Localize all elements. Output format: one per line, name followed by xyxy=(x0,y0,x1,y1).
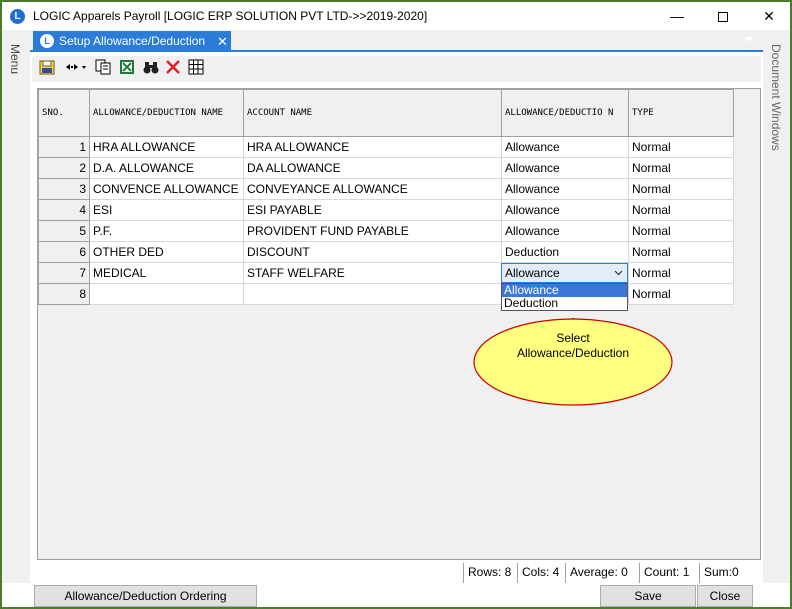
status-average: Average: 0 xyxy=(565,563,632,583)
cell-allowance-deduction-name[interactable]: P.F. xyxy=(89,220,244,242)
menu-side-panel[interactable]: Menu xyxy=(2,30,30,583)
cell-sno[interactable]: 3 xyxy=(38,178,90,200)
status-cols: Cols: 4 xyxy=(517,563,563,583)
cell-account-name[interactable]: STAFF WELFARE xyxy=(243,262,502,284)
table-row[interactable]: 2 D.A. ALLOWANCE DA ALLOWANCE Allowance Norm… xyxy=(38,157,734,179)
window-title: LOGIC Apparels Payroll [LOGIC ERP SOLUTI… xyxy=(33,9,428,23)
cell-allowance-deduction-name[interactable]: CONVENCE ALLOWANCE xyxy=(89,178,244,200)
header-account-name[interactable]: ACCOUNT NAME xyxy=(243,89,502,137)
cell-allowance-deduction-name[interactable] xyxy=(89,283,244,305)
save-icon[interactable] xyxy=(38,59,56,77)
callout-line-2: Allowance/Deduction xyxy=(516,346,630,360)
cell-type[interactable]: Normal xyxy=(628,241,734,263)
title-bar: L LOGIC Apparels Payroll [LOGIC ERP SOLU… xyxy=(2,2,790,30)
save-button[interactable]: Save xyxy=(600,585,696,607)
tab-list-dropdown-icon[interactable] xyxy=(745,37,753,42)
cell-sno[interactable]: 7 xyxy=(38,262,90,284)
allowance-deduction-ordering-button[interactable]: Allowance/Deduction Ordering xyxy=(34,585,257,607)
maximize-icon xyxy=(718,12,728,23)
cell-allowance-deduction[interactable]: Allowance xyxy=(501,136,629,158)
cell-allowance-deduction[interactable]: Deduction xyxy=(501,241,629,263)
logic-tab-icon: L xyxy=(40,34,54,48)
table-row[interactable]: 6 OTHER DED DISCOUNT Deduction Normal xyxy=(38,241,734,263)
cell-type[interactable]: Normal xyxy=(628,136,734,158)
cell-allowance-deduction-name[interactable]: HRA ALLOWANCE xyxy=(89,136,244,158)
column-width-icon[interactable] xyxy=(64,59,90,77)
document-windows-panel[interactable]: Document Windows xyxy=(763,30,790,583)
allowance-deduction-combo[interactable]: Allowance xyxy=(501,263,628,283)
cell-type[interactable]: Normal xyxy=(628,262,734,284)
callout-line-1: Select xyxy=(556,331,590,345)
cell-allowance-deduction[interactable]: Allowance xyxy=(501,157,629,179)
table-row[interactable]: 8 Normal xyxy=(38,283,734,305)
minimize-button[interactable]: — xyxy=(654,2,700,30)
cell-type[interactable]: Normal xyxy=(628,283,734,305)
cell-account-name[interactable]: CONVEYANCE ALLOWANCE xyxy=(243,178,502,200)
cell-account-name[interactable]: DISCOUNT xyxy=(243,241,502,263)
header-allowance-deduction-name[interactable]: ALLOWANCE/DEDUCTION NAME xyxy=(89,89,244,137)
cell-type[interactable]: Normal xyxy=(628,220,734,242)
header-sno[interactable]: SNO. xyxy=(38,89,90,137)
cell-sno[interactable]: 8 xyxy=(38,283,90,305)
cell-allowance-deduction[interactable]: Allowance xyxy=(501,199,629,221)
cell-sno[interactable]: 5 xyxy=(38,220,90,242)
combo-value: Allowance xyxy=(505,266,560,280)
grid-header-row: SNO. ALLOWANCE/DEDUCTION NAME ACCOUNT NA… xyxy=(38,89,734,137)
cell-account-name[interactable]: HRA ALLOWANCE xyxy=(243,136,502,158)
excel-export-icon[interactable] xyxy=(118,59,136,77)
tab-label: Setup Allowance/Deduction xyxy=(59,34,206,48)
table-row[interactable]: 5 P.F. PROVIDENT FUND PAYABLE Allowance Norm… xyxy=(38,220,734,242)
document-tabstrip: L Setup Allowance/Deduction ✕ xyxy=(30,30,763,52)
find-icon[interactable] xyxy=(142,59,160,77)
cell-sno[interactable]: 1 xyxy=(38,136,90,158)
tab-close-icon[interactable]: ✕ xyxy=(217,31,228,52)
cell-allowance-deduction[interactable]: Allowance xyxy=(501,220,629,242)
cell-account-name[interactable]: DA ALLOWANCE xyxy=(243,157,502,179)
close-button[interactable]: Close xyxy=(697,585,753,607)
cell-type[interactable]: Normal xyxy=(628,157,734,179)
header-allowance-deduction[interactable]: ALLOWANCE/DEDUCTIO N xyxy=(501,89,629,137)
app-logo-icon: L xyxy=(10,9,25,24)
status-sum: Sum:0 xyxy=(699,563,743,583)
menu-label: Menu xyxy=(8,44,22,75)
toolbar xyxy=(32,56,761,82)
cell-sno[interactable]: 2 xyxy=(38,157,90,179)
cell-type[interactable]: Normal xyxy=(628,178,734,200)
document-windows-label: Document Windows xyxy=(769,44,783,151)
header-type[interactable]: TYPE xyxy=(628,89,734,137)
cell-sno[interactable]: 4 xyxy=(38,199,90,221)
cell-allowance-deduction-name[interactable]: OTHER DED xyxy=(89,241,244,263)
close-window-button[interactable]: ✕ xyxy=(746,2,792,30)
cell-allowance-deduction-name[interactable]: ESI xyxy=(89,199,244,221)
cell-account-name[interactable] xyxy=(243,283,502,305)
dropdown-option-deduction[interactable]: Deduction xyxy=(502,297,627,310)
maximize-button[interactable] xyxy=(700,2,746,30)
cell-allowance-deduction-name[interactable]: D.A. ALLOWANCE xyxy=(89,157,244,179)
grid-icon[interactable] xyxy=(187,59,205,77)
status-count: Count: 1 xyxy=(639,563,693,583)
table-row[interactable]: 7 MEDICAL STAFF WELFARE Normal xyxy=(38,262,734,284)
tab-setup-allowance-deduction[interactable]: L Setup Allowance/Deduction ✕ xyxy=(33,31,231,52)
callout-text: Select Allowance/Deduction xyxy=(473,331,673,361)
cell-allowance-deduction-name[interactable]: MEDICAL xyxy=(89,262,244,284)
status-rows: Rows: 8 xyxy=(463,563,515,583)
table-row[interactable]: 1 HRA ALLOWANCE HRA ALLOWANCE Allowance Norm… xyxy=(38,136,734,158)
cell-account-name[interactable]: PROVIDENT FUND PAYABLE xyxy=(243,220,502,242)
copy-icon[interactable] xyxy=(94,59,112,77)
cell-allowance-deduction[interactable]: Allowance xyxy=(501,178,629,200)
table-row[interactable]: 3 CONVENCE ALLOWANCE CONVEYANCE ALLOWANCE A… xyxy=(38,178,734,200)
hint-callout: Select Allowance/Deduction xyxy=(473,317,673,406)
cell-type[interactable]: Normal xyxy=(628,199,734,221)
cell-account-name[interactable]: ESI PAYABLE xyxy=(243,199,502,221)
cell-sno[interactable]: 6 xyxy=(38,241,90,263)
delete-icon[interactable] xyxy=(164,59,182,77)
allowance-deduction-dropdown: Allowance Deduction xyxy=(501,283,628,311)
table-row[interactable]: 4 ESI ESI PAYABLE Allowance Normal xyxy=(38,199,734,221)
